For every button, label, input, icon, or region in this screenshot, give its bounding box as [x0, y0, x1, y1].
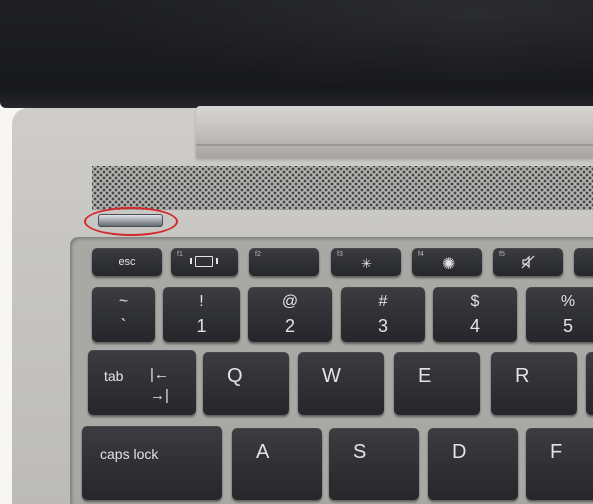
key-backtick-bottom: ` — [120, 316, 127, 336]
key-caps-lock-label: caps lock — [100, 446, 159, 462]
key-backtick-top: ~ — [118, 293, 129, 310]
key-d-label: D — [452, 441, 467, 463]
laptop-photo: esc f1 f2 f3 ✳ f4 ✺ f5 ~ ` ! 1 @ 2 # 3 $ — [0, 0, 593, 504]
key-3-bottom: 3 — [377, 316, 388, 336]
key-r-label: R — [515, 365, 530, 387]
brightness-up-icon: ✺ — [442, 256, 456, 273]
key-f-label: F — [550, 441, 563, 463]
key-f3-fn-label: f3 — [337, 251, 343, 258]
key-esc-label: esc — [118, 256, 136, 268]
key-f4[interactable]: f4 ✺ — [412, 248, 482, 276]
key-4[interactable]: $ 4 — [433, 287, 517, 342]
key-2-top: @ — [281, 293, 299, 310]
key-r[interactable]: R — [491, 352, 577, 415]
screen-switch-icon — [190, 256, 218, 267]
key-s-label: S — [353, 441, 367, 463]
key-backtick[interactable]: ~ ` — [92, 287, 155, 342]
key-1-bottom: 1 — [196, 316, 207, 336]
key-f1[interactable]: f1 — [171, 248, 238, 276]
power-button-highlight — [84, 207, 178, 236]
key-5-bottom: 5 — [562, 316, 573, 336]
key-f4-fn-label: f4 — [418, 251, 424, 258]
mute-icon — [521, 255, 535, 269]
key-e[interactable]: E — [394, 352, 480, 415]
key-d[interactable]: D — [428, 428, 518, 500]
hinge-seam — [196, 144, 593, 146]
key-4-bottom: 4 — [469, 316, 480, 336]
key-f5-fn-label: f5 — [499, 251, 505, 258]
key-4-top: $ — [470, 293, 480, 310]
lid-reflection — [0, 0, 593, 108]
key-e-label: E — [418, 365, 432, 387]
key-tab-label: tab — [104, 368, 124, 384]
key-f3[interactable]: f3 ✳ — [331, 248, 401, 276]
key-5-top: % — [560, 293, 576, 310]
key-f[interactable]: F — [526, 428, 593, 500]
hinge — [196, 106, 593, 158]
key-q[interactable]: Q — [203, 352, 289, 415]
key-tab[interactable]: tab |← →| — [88, 350, 196, 415]
key-1[interactable]: ! 1 — [163, 287, 240, 342]
key-f2-fn-label: f2 — [255, 251, 261, 258]
key-2[interactable]: @ 2 — [248, 287, 332, 342]
key-w-label: W — [322, 365, 341, 387]
key-t-partial[interactable] — [586, 352, 593, 415]
key-3[interactable]: # 3 — [341, 287, 425, 342]
laptop-screen-lid — [0, 0, 593, 108]
key-esc[interactable]: esc — [92, 248, 162, 276]
key-a[interactable]: A — [232, 428, 322, 500]
speaker-grille — [92, 166, 593, 210]
key-f5[interactable]: f5 — [493, 248, 563, 276]
key-tab-arrow-left: |← — [150, 366, 169, 383]
key-f2[interactable]: f2 — [249, 248, 319, 276]
key-f1-fn-label: f1 — [177, 251, 183, 258]
key-f6-partial[interactable] — [574, 248, 593, 276]
brightness-down-icon: ✳ — [361, 256, 372, 271]
key-caps-lock[interactable]: caps lock — [82, 426, 222, 500]
key-3-top: # — [378, 293, 388, 310]
key-5[interactable]: % 5 — [526, 287, 593, 342]
key-a-label: A — [256, 441, 270, 463]
key-1-top: ! — [199, 293, 204, 310]
key-2-bottom: 2 — [284, 316, 295, 336]
key-w[interactable]: W — [298, 352, 384, 415]
key-tab-arrow-right: →| — [150, 387, 169, 404]
key-s[interactable]: S — [329, 428, 419, 500]
key-q-label: Q — [227, 365, 243, 387]
